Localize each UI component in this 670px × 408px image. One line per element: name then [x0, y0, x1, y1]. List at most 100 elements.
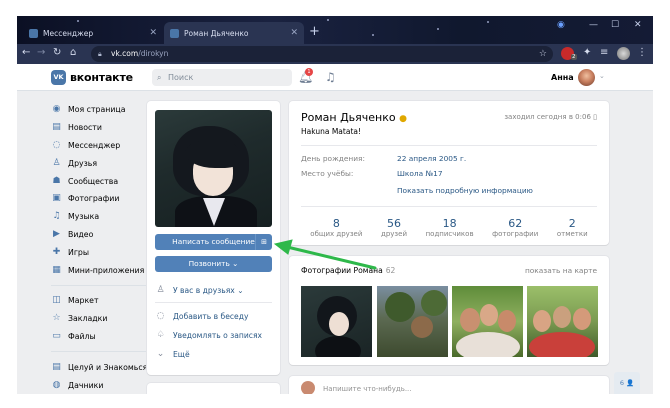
birthday-value[interactable]: 22 апреля 2005 г. [397, 154, 466, 163]
close-tab-icon[interactable]: ✕ [149, 28, 157, 38]
chat-minimized-button[interactable]: 6 👤 [614, 372, 640, 394]
close-tab-icon[interactable]: ✕ [290, 28, 298, 38]
search-placeholder: Поиск [168, 73, 194, 82]
forward-icon[interactable]: → [37, 47, 45, 58]
bookmark-star-icon[interactable]: ☆ [539, 46, 547, 62]
sidebar-item[interactable]: ◉ Моя страница [51, 101, 161, 119]
sidebar-item[interactable]: ◫ Маркет [51, 292, 161, 310]
tab-title: Мессенджер [43, 28, 94, 38]
new-tab-icon[interactable]: + [309, 25, 320, 38]
star-decoration [437, 28, 439, 30]
add-to-chat-button[interactable]: ◌ Добавить в беседу [155, 311, 249, 321]
sidebar-item[interactable]: ▤ Новости [51, 119, 161, 137]
profile-counter[interactable]: 62 фотографии [492, 217, 538, 238]
gift-icon[interactable]: ⊞ [255, 234, 272, 250]
sidebar-item-label: Новости [68, 123, 102, 133]
sidebar-item[interactable]: ♙ Друзья [51, 154, 161, 172]
lock-icon: 🔒︎ [98, 50, 102, 58]
profile-indicator-icon[interactable]: ◉ [557, 20, 565, 30]
friends-icon: ♙ [52, 157, 61, 168]
profile-counter[interactable]: 18 подписчиков [426, 217, 474, 238]
vk-page: VK вконтакте ⌕ Поиск 🔔︎ 1 ♫ Анна ⌄ ◉ Моя … [17, 64, 653, 394]
back-icon[interactable]: ← [22, 47, 30, 58]
friend-status-button[interactable]: ♙ У вас в друзьях ⌄ [155, 285, 244, 295]
add-to-chat-label: Добавить в беседу [173, 311, 249, 321]
search-icon: ⌕ [157, 73, 162, 82]
photos-header[interactable]: Фотографии Романа 62 [301, 266, 395, 275]
notifications-badge: 1 [305, 68, 313, 76]
address-row: ← → ↻ ⌂ 🔒︎ vk.com/dirokyn ☆ 2 ✦ ≡ ⋮ [17, 44, 653, 64]
sidebar-divider [51, 351, 151, 353]
media-icon[interactable]: ≡ [600, 47, 608, 58]
sidebar-item[interactable]: ◍ Дачники [51, 376, 161, 394]
profile-counter[interactable]: 2 отметки [557, 217, 588, 238]
profile-counter[interactable]: 8 общих друзей [310, 217, 362, 238]
counter-label: отметки [556, 230, 588, 238]
friend-check-icon: ♙ [156, 285, 165, 295]
sidebar-item-label: Целуй и Знакомься [68, 362, 148, 372]
sidebar-item[interactable]: ▣ Фотографии [51, 190, 161, 208]
bookmark-icon: ☆ [52, 313, 61, 324]
sidebar-item[interactable]: ♫ Музыка [51, 208, 161, 226]
show-more-info-link[interactable]: Показать подробную информацию [397, 186, 533, 195]
profile-name: Роман Дьяченко ● [301, 111, 407, 124]
avatar [301, 381, 315, 394]
sidebar-item[interactable]: ▤ Целуй и Знакомься [51, 358, 161, 376]
new-post-input[interactable]: Напишите что-нибудь... [323, 385, 412, 393]
photo-thumbnail[interactable] [452, 286, 523, 357]
sidebar-item[interactable]: ◌Мессенджер1 [51, 137, 161, 155]
sidebar-item[interactable]: ✚Игры2 [51, 243, 161, 261]
sidebar-item[interactable]: ☆ Закладки [51, 310, 161, 328]
profile-counter[interactable]: 56 друзей [381, 217, 407, 238]
reload-icon[interactable]: ↻ [53, 47, 61, 58]
apps-icon: ▦ [52, 264, 61, 275]
browser-avatar[interactable] [617, 47, 630, 60]
maximize-icon[interactable]: ☐ [611, 20, 619, 30]
search-input[interactable]: ⌕ Поиск [152, 69, 292, 86]
vk-logo[interactable]: VK вконтакте [51, 70, 133, 85]
online-text: заходил сегодня в 0:06 [504, 113, 591, 121]
chevron-down-icon[interactable]: ⌄ [599, 72, 605, 80]
sidebar-item[interactable]: ▶ Видео [51, 226, 161, 244]
sidebar-item[interactable]: ☗ Сообщества [51, 172, 161, 190]
music-note-icon[interactable]: ♫ [325, 70, 336, 84]
groups-icon: ☗ [52, 175, 61, 186]
more-actions-button[interactable]: ⌄ Ещё [155, 349, 190, 359]
notify-label: Уведомлять о записях [173, 330, 263, 340]
counter-value: 56 [386, 217, 401, 230]
menu-kebab-icon[interactable]: ⋮ [637, 47, 647, 58]
show-on-map-link[interactable]: показать на карте [525, 266, 597, 275]
user-name[interactable]: Анна [551, 73, 574, 82]
home-icon[interactable]: ⌂ [70, 47, 76, 58]
game-icon: ◍ [52, 379, 61, 390]
sidebar-item[interactable]: ▦ Мини-приложения [51, 261, 161, 279]
address-bar[interactable]: 🔒︎ vk.com/dirokyn ☆ [91, 46, 553, 62]
minimize-icon[interactable]: — [589, 20, 598, 30]
close-window-icon[interactable]: ✕ [634, 20, 642, 30]
birthday-row: День рождения: 22 апреля 2005 г. [301, 154, 466, 163]
more-label: Ещё [173, 349, 190, 359]
notify-posts-button[interactable]: ♤ Уведомлять о записях [155, 330, 262, 340]
extension-badge: 2 [571, 54, 577, 60]
friend-status-label: У вас в друзьях ⌄ [173, 285, 244, 295]
school-row: Место учёбы: Школа №17 [301, 169, 443, 178]
profile-photo[interactable] [155, 110, 272, 227]
profile-status[interactable]: Hakuna Matata! [301, 127, 361, 136]
user-avatar[interactable] [578, 69, 595, 86]
vk-logo-text: вконтакте [70, 71, 133, 84]
url-path: /dirokyn [138, 49, 169, 58]
photo-thumbnail[interactable] [301, 286, 372, 357]
puzzle-icon[interactable]: ✦ [583, 47, 591, 58]
photo-thumbnail[interactable] [527, 286, 598, 357]
send-message-label: Написать сообщение [172, 237, 255, 246]
sidebar-item[interactable]: ▭ Файлы [51, 328, 161, 346]
counter-label: фотографии [492, 230, 539, 238]
photo-thumbnail[interactable] [377, 286, 448, 357]
sidebar-item-label: Музыка [68, 212, 100, 222]
send-message-button[interactable]: Написать сообщение ⊞ [155, 234, 272, 250]
school-value[interactable]: Школа №17 [397, 169, 443, 178]
call-button[interactable]: Позвонить ⌄ [155, 256, 272, 272]
left-sidebar: ◉Моя страница▤Новости◌Мессенджер1♙Друзья… [51, 101, 161, 394]
browser-tab-messenger[interactable]: Мессенджер ✕ [23, 22, 163, 44]
browser-tab-profile[interactable]: Роман Дьяченко ✕ [164, 22, 304, 44]
